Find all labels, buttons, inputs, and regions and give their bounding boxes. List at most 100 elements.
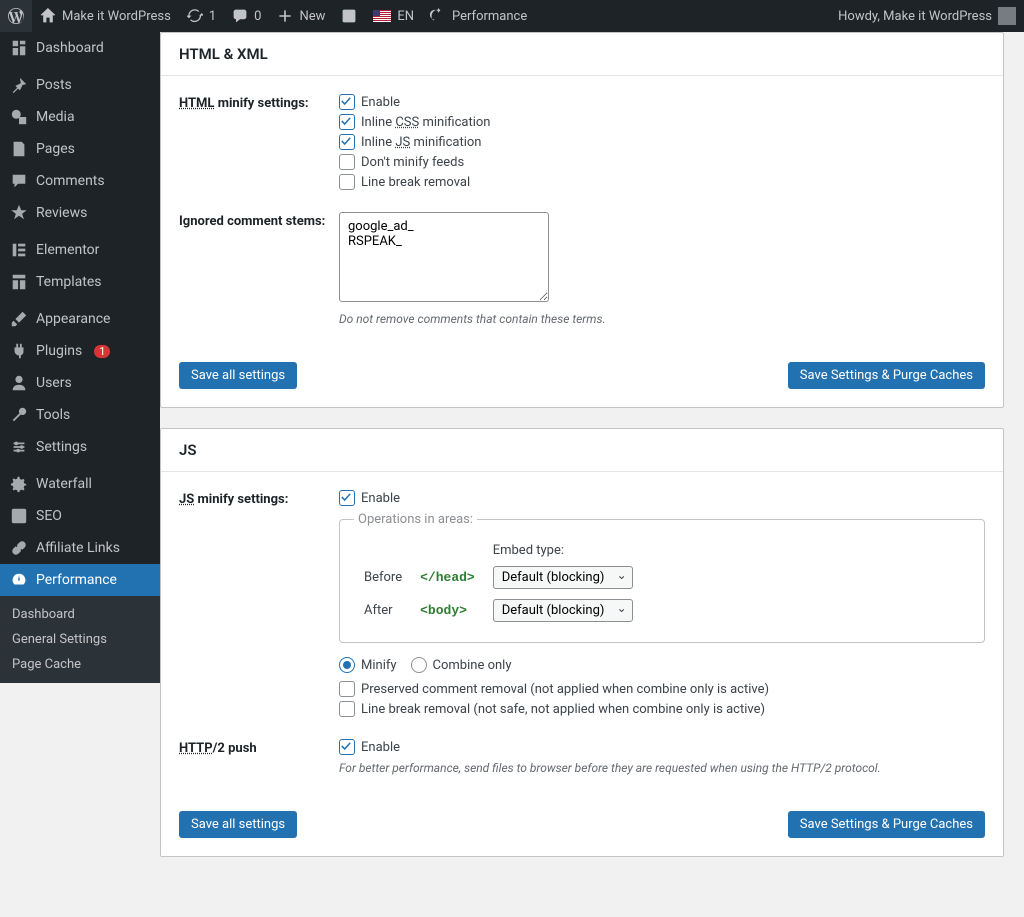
ignored-stems-textarea[interactable] <box>339 212 549 302</box>
save-purge-button[interactable]: Save Settings & Purge Caches <box>788 811 985 838</box>
language[interactable]: EN <box>365 0 422 32</box>
performance-submenu: Dashboard General Settings Page Cache Mi… <box>0 596 160 683</box>
preserved-comment-label: Preserved comment removal (not applied w… <box>361 682 769 697</box>
plus-icon <box>277 8 293 24</box>
minify-radio-label: Minify <box>361 658 397 673</box>
sidebar-label: Plugins <box>36 343 82 359</box>
new-content[interactable]: New <box>269 0 333 32</box>
sidebar-item-comments[interactable]: Comments <box>0 165 160 197</box>
sidebar-item-dashboard[interactable]: Dashboard <box>0 32 160 64</box>
sidebar-item-users[interactable]: Users <box>0 367 160 399</box>
sidebar-item-media[interactable]: Media <box>0 101 160 133</box>
before-label: Before <box>356 562 410 593</box>
gauge-icon <box>430 8 446 24</box>
html-enable-checkbox[interactable] <box>339 94 355 110</box>
sidebar-item-affiliate[interactable]: Affiliate Links <box>0 532 160 564</box>
js-linebreak-checkbox[interactable] <box>339 701 355 717</box>
star-icon <box>10 204 28 222</box>
update-icon <box>187 8 203 24</box>
sidebar-label: Appearance <box>36 311 110 327</box>
panel-js: JS JS minify settings: Enable Operations… <box>160 428 1004 857</box>
brush-icon <box>10 310 28 328</box>
sidebar-item-performance[interactable]: Performance <box>0 564 160 596</box>
tools-icon <box>10 406 28 424</box>
operations-legend: Operations in areas: <box>354 512 477 527</box>
sub-dashboard[interactable]: Dashboard <box>0 602 160 627</box>
main-content: HTML & XML HTML minify settings: Enable … <box>160 32 1024 917</box>
after-embed-select[interactable]: Default (blocking) <box>493 599 633 622</box>
perf-label: Performance <box>452 9 527 24</box>
operations-fieldset: Operations in areas: Embed type: Before … <box>339 512 985 643</box>
sidebar-item-reviews[interactable]: Reviews <box>0 197 160 229</box>
elementor-icon <box>10 241 28 259</box>
sidebar-label: Settings <box>36 439 87 455</box>
sidebar-item-tools[interactable]: Tools <box>0 399 160 431</box>
comment-icon <box>10 172 28 190</box>
sidebar-item-appearance[interactable]: Appearance <box>0 303 160 335</box>
js-linebreak-label: Line break removal (not safe, not applie… <box>361 702 765 717</box>
sidebar-item-posts[interactable]: Posts <box>0 69 160 101</box>
http2-description: For better performance, send files to br… <box>339 761 985 775</box>
wp-logo[interactable] <box>0 0 32 32</box>
sub-minify[interactable]: Minify <box>0 677 160 683</box>
sidebar-label: Comments <box>36 173 105 189</box>
site-name[interactable]: Make it WordPress <box>32 0 179 32</box>
sidebar-item-seo[interactable]: SEO <box>0 500 160 532</box>
howdy-text: Howdy, Make it WordPress <box>838 9 992 24</box>
new-label: New <box>299 9 325 24</box>
combine-radio-label: Combine only <box>433 658 512 673</box>
sub-pagecache[interactable]: Page Cache <box>0 652 160 677</box>
save-purge-button[interactable]: Save Settings & Purge Caches <box>788 362 985 389</box>
inline-js-checkbox[interactable] <box>339 134 355 150</box>
sidebar-label: SEO <box>36 508 62 524</box>
performance-menu[interactable]: Performance <box>422 0 535 32</box>
sidebar-item-plugins[interactable]: Plugins1 <box>0 335 160 367</box>
sidebar-label: Pages <box>36 141 75 157</box>
inline-js-label: Inline JS minification <box>361 135 481 150</box>
templates-icon <box>10 273 28 291</box>
sidebar-item-templates[interactable]: Templates <box>0 266 160 298</box>
link-icon <box>10 539 28 557</box>
sub-general[interactable]: General Settings <box>0 627 160 652</box>
comments[interactable]: 0 <box>224 0 269 32</box>
seo-icon <box>10 507 28 525</box>
seo-analysis[interactable] <box>333 0 365 32</box>
settings-icon <box>10 438 28 456</box>
dont-minify-feeds-checkbox[interactable] <box>339 154 355 170</box>
gear-icon <box>10 475 28 493</box>
updates[interactable]: 1 <box>179 0 224 32</box>
us-flag-icon <box>373 10 391 22</box>
sidebar-label: Posts <box>36 77 72 93</box>
sidebar-label: Affiliate Links <box>36 540 120 556</box>
sidebar-item-waterfall[interactable]: Waterfall <box>0 468 160 500</box>
sidebar-item-settings[interactable]: Settings <box>0 431 160 463</box>
sidebar-label: Templates <box>36 274 102 290</box>
save-all-button[interactable]: Save all settings <box>179 811 297 838</box>
save-all-button[interactable]: Save all settings <box>179 362 297 389</box>
html-minify-label: HTML minify settings: <box>179 94 339 111</box>
minify-radio[interactable] <box>339 657 355 673</box>
page-icon <box>10 140 28 158</box>
site-name-label: Make it WordPress <box>62 9 171 24</box>
http2-enable-checkbox[interactable] <box>339 739 355 755</box>
plugin-icon <box>10 342 28 360</box>
comment-icon <box>232 8 248 24</box>
ignored-stems-description: Do not remove comments that contain thes… <box>339 312 985 326</box>
gauge-icon <box>10 571 28 589</box>
wordpress-icon <box>8 8 24 24</box>
users-icon <box>10 374 28 392</box>
media-icon <box>10 108 28 126</box>
before-embed-select[interactable]: Default (blocking) <box>493 566 633 589</box>
admin-bar: Make it WordPress 1 0 New EN Performance… <box>0 0 1024 32</box>
inline-css-checkbox[interactable] <box>339 114 355 130</box>
sidebar-item-elementor[interactable]: Elementor <box>0 234 160 266</box>
sidebar-item-pages[interactable]: Pages <box>0 133 160 165</box>
js-enable-checkbox[interactable] <box>339 490 355 506</box>
combine-radio[interactable] <box>411 657 427 673</box>
panel-title: JS <box>161 429 1003 472</box>
preserved-comment-checkbox[interactable] <box>339 681 355 697</box>
head-tag: </head> <box>420 570 475 585</box>
ignored-stems-label: Ignored comment stems: <box>179 212 339 229</box>
linebreak-removal-checkbox[interactable] <box>339 174 355 190</box>
my-account[interactable]: Howdy, Make it WordPress <box>830 0 1024 32</box>
